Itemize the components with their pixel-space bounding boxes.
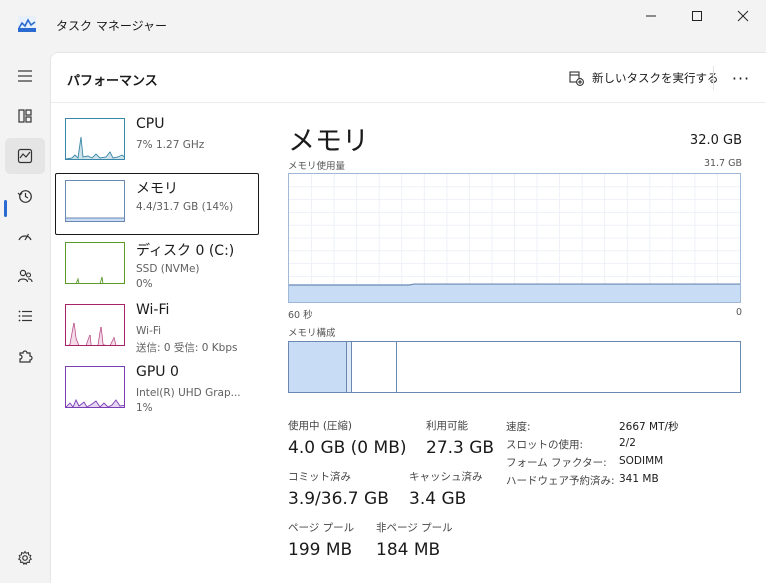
cpu-thumbnail-graph: [65, 118, 125, 160]
nav-settings[interactable]: [5, 540, 45, 576]
more-options-button[interactable]: ···: [727, 65, 755, 91]
perf-item-detail-2: 1%: [136, 402, 153, 414]
maximize-button[interactable]: [674, 0, 720, 32]
run-new-task-label: 新しいタスクを実行する: [592, 71, 719, 85]
close-icon: [737, 10, 749, 22]
memory-usage-max: 31.7 GB: [703, 158, 742, 169]
nav-details[interactable]: [5, 298, 45, 334]
nav-startup-apps[interactable]: [5, 218, 45, 254]
close-button[interactable]: [720, 0, 766, 32]
committed-label: コミット済み: [288, 471, 351, 483]
perf-item-wifi[interactable]: Wi-Fi Wi-Fi 送信: 0 受信: 0 Kbps: [55, 297, 259, 359]
memory-usage-graph: [288, 173, 741, 303]
nav-services[interactable]: [5, 338, 45, 374]
panel-header: パフォーマンス 新しいタスクを実行する ···: [51, 53, 766, 103]
more-options-icon: ···: [731, 68, 751, 88]
perf-item-detail: 7% 1.27 GHz: [136, 139, 205, 151]
perf-item-detail: 4.4/31.7 GB (14%): [136, 201, 234, 213]
nonpaged-pool-value: 184 MB: [376, 540, 441, 560]
title-bar: タスク マネージャー: [0, 0, 766, 52]
nav-app-history[interactable]: [5, 178, 45, 214]
paged-pool-label: ページ プール: [288, 522, 355, 534]
detail-value: 341 MB: [619, 473, 659, 485]
memory-usage-chart: [289, 174, 740, 302]
detail-value: 2/2: [619, 437, 636, 449]
perf-item-name: Wi-Fi: [136, 302, 170, 318]
memory-usage-area: [289, 284, 740, 302]
memory-usage-label: メモリ使用量: [288, 161, 346, 172]
detail-label: スロットの使用:: [506, 439, 584, 451]
perf-item-name: GPU 0: [136, 364, 179, 380]
navigation-rail: [0, 52, 50, 583]
memory-title: メモリ: [288, 126, 369, 157]
maximize-icon: [692, 11, 702, 21]
perf-item-memory[interactable]: メモリ 4.4/31.7 GB (14%): [55, 173, 259, 235]
wifi-thumbnail-graph: [65, 304, 125, 346]
available-value: 27.3 GB: [426, 438, 495, 458]
perf-item-disk[interactable]: ディスク 0 (C:) SSD (NVMe) 0%: [55, 235, 259, 297]
minimize-button[interactable]: [628, 0, 674, 32]
memory-thumbnail-graph: [65, 180, 125, 222]
run-new-task-button[interactable]: 新しいタスクを実行する: [565, 65, 723, 91]
detail-value: 2667 MT/秒: [619, 421, 679, 433]
perf-item-detail: Wi-Fi: [136, 325, 162, 337]
committed-value: 3.9/36.7 GB: [288, 489, 389, 509]
processes-grid-icon: [18, 109, 32, 123]
in-use-value: 4.0 GB (0 MB): [288, 438, 407, 458]
perf-item-detail-2: 0%: [136, 278, 153, 290]
perf-item-name: ディスク 0 (C:): [136, 243, 235, 259]
page-title: パフォーマンス: [67, 74, 158, 89]
time-axis-start: 60 秒: [288, 310, 313, 321]
memory-composition-label: メモリ構成: [288, 328, 336, 339]
composition-modified: [347, 342, 352, 392]
hamburger-menu-button[interactable]: [5, 58, 45, 94]
detail-label: フォーム ファクター:: [506, 457, 607, 469]
perf-item-detail: Intel(R) UHD Grap...: [136, 387, 241, 399]
perf-item-gpu[interactable]: GPU 0 Intel(R) UHD Grap... 1%: [55, 359, 259, 421]
available-label: 利用可能: [426, 420, 468, 432]
gpu-thumbnail-graph: [65, 366, 125, 408]
header-divider: [713, 66, 714, 90]
run-new-task-icon: [569, 70, 584, 86]
memory-total: 32.0 GB: [689, 133, 742, 148]
composition-in-use: [289, 342, 347, 392]
task-manager-app-icon: [18, 16, 36, 32]
perf-item-name: メモリ: [136, 181, 178, 197]
main-panel: パフォーマンス 新しいタスクを実行する ··· CPU 7% 1.27 GHz …: [50, 52, 766, 583]
detail-label: ハードウェア予約済み:: [506, 475, 615, 487]
in-use-label: 使用中 (圧縮): [288, 420, 353, 432]
nav-processes[interactable]: [5, 98, 45, 134]
gear-icon: [17, 550, 33, 566]
nonpaged-pool-label: 非ページ プール: [376, 522, 453, 534]
time-axis-end: 0: [735, 307, 742, 318]
cached-label: キャッシュ済み: [409, 471, 483, 483]
detail-label: 速度:: [506, 421, 531, 433]
performance-chart-icon: [17, 148, 33, 164]
perf-item-name: CPU: [136, 116, 165, 132]
disk-thumbnail-graph: [65, 242, 125, 284]
detail-value: SODIMM: [619, 455, 664, 467]
hamburger-icon: [18, 70, 32, 82]
users-icon: [17, 269, 33, 283]
speedometer-icon: [18, 233, 32, 241]
details-list-icon: [18, 310, 32, 322]
nav-performance[interactable]: [5, 138, 45, 174]
paged-pool-value: 199 MB: [288, 540, 353, 560]
perf-item-detail-2: 送信: 0 受信: 0 Kbps: [136, 342, 238, 354]
minimize-icon: [646, 15, 656, 17]
window-title: タスク マネージャー: [56, 19, 167, 33]
cached-value: 3.4 GB: [409, 489, 467, 509]
composition-standby: [353, 342, 397, 392]
history-icon: [17, 190, 32, 203]
perf-item-detail: SSD (NVMe): [136, 263, 200, 275]
perf-item-cpu[interactable]: CPU 7% 1.27 GHz: [55, 111, 259, 173]
memory-composition-bar: [288, 341, 741, 393]
services-puzzle-icon: [19, 350, 33, 363]
nav-users[interactable]: [5, 258, 45, 294]
